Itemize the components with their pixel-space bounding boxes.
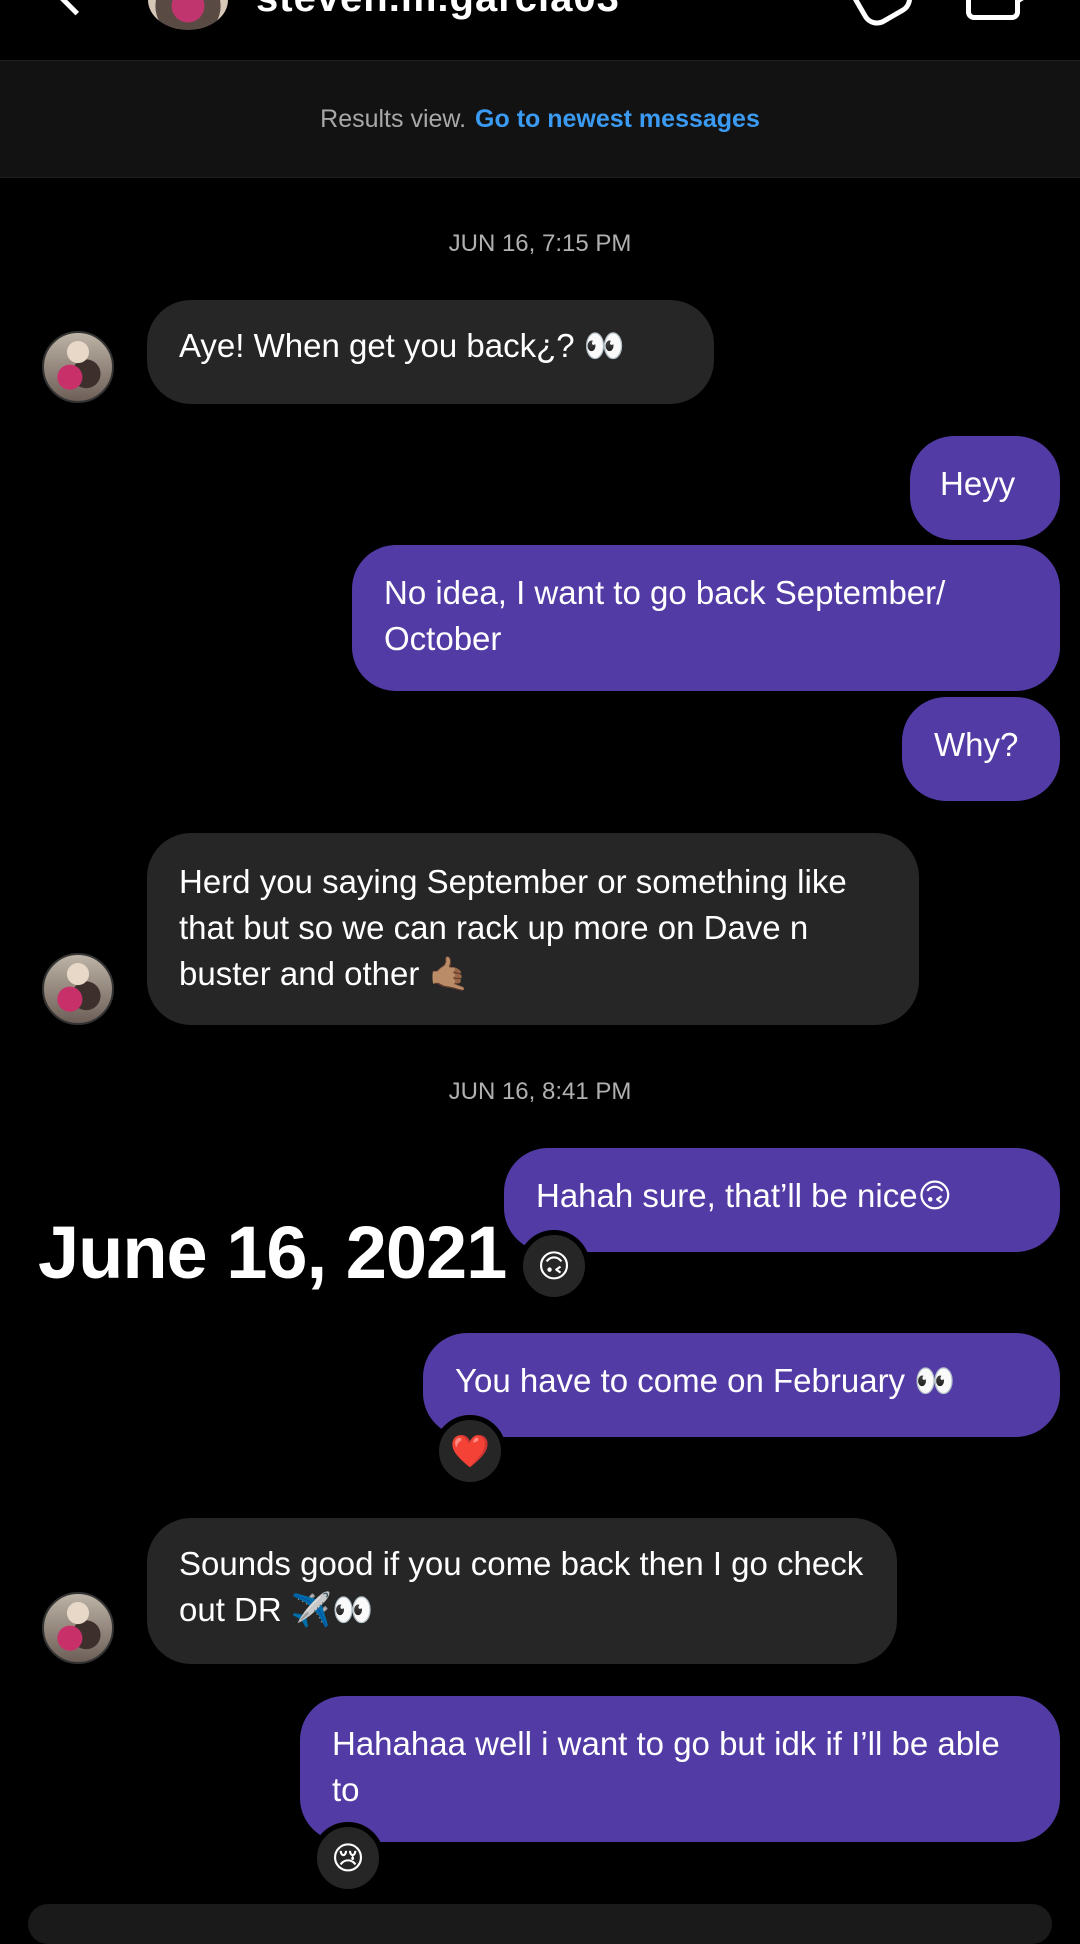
timestamp: JUN 16, 8:41 PM xyxy=(448,1078,632,1105)
contact-avatar[interactable] xyxy=(148,0,228,30)
overlay-date-caption: June 16, 2021 xyxy=(38,1211,507,1294)
reaction-badge[interactable]: 🙃 xyxy=(518,1230,590,1302)
incoming-message[interactable]: Herd you saying September or something l… xyxy=(147,833,919,1025)
outgoing-message[interactable]: Hahah sure, that’ll be nice🙃 xyxy=(504,1148,1060,1252)
reaction-badge[interactable]: ❤️ xyxy=(434,1415,506,1487)
outgoing-message[interactable]: Why? xyxy=(902,697,1060,801)
timestamp: JUN 16, 7:15 PM xyxy=(448,230,632,257)
contact-name[interactable]: steven.m.garcia03 xyxy=(256,0,620,21)
results-view-label: Results view. xyxy=(320,104,467,133)
incoming-message[interactable]: Aye! When get you back¿? 👀 xyxy=(147,300,714,404)
outgoing-message[interactable]: You have to come on February 👀 xyxy=(423,1333,1060,1437)
phone-icon[interactable] xyxy=(840,0,918,32)
outgoing-message[interactable]: Hahahaa well i want to go but idk if I’l… xyxy=(300,1696,1060,1842)
back-icon[interactable] xyxy=(53,0,98,16)
outgoing-message[interactable]: No idea, I want to go back September/ Oc… xyxy=(352,545,1060,691)
video-call-icon[interactable] xyxy=(966,0,1035,20)
next-message-partial xyxy=(28,1904,1052,1944)
sender-avatar[interactable] xyxy=(42,1592,114,1664)
go-to-newest-link[interactable]: Go to newest messages xyxy=(475,105,760,134)
outgoing-message[interactable]: Heyy xyxy=(910,436,1060,540)
incoming-message[interactable]: Sounds good if you come back then I go c… xyxy=(147,1518,897,1664)
reaction-badge[interactable]: 😢 xyxy=(312,1822,384,1894)
sender-avatar[interactable] xyxy=(42,953,114,1025)
sender-avatar[interactable] xyxy=(42,331,114,403)
top-bar: steven.m.garcia03 xyxy=(0,0,1080,60)
results-view-bar: Results view. Go to newest messages xyxy=(0,60,1080,178)
